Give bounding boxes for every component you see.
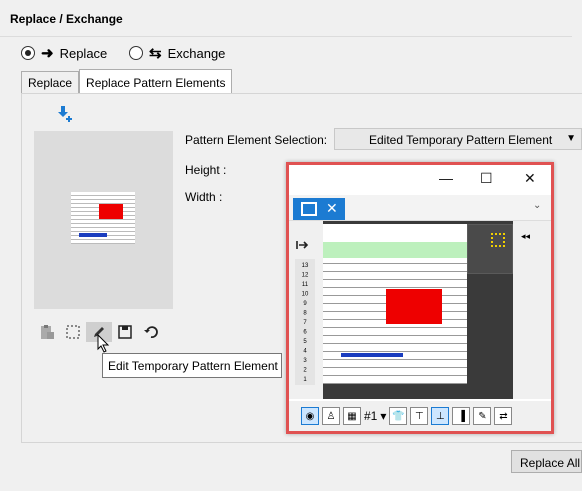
- add-element-icon[interactable]: [57, 105, 73, 123]
- pattern-grid[interactable]: [323, 224, 467, 384]
- header-divider: [0, 36, 572, 37]
- undo-button[interactable]: [138, 322, 164, 342]
- shirt-icon[interactable]: 👕: [389, 407, 408, 425]
- edit-icon[interactable]: ✎: [473, 407, 492, 425]
- pattern-editor-window: — ☐ ✕ ✕ ⌄ 13 12 11 10 9 8 7 6 5 4 3 2 1 ◂◂ ◉ ♙: [286, 162, 554, 434]
- pattern-document-tab[interactable]: ✕: [293, 198, 345, 220]
- exchange-radio-label: Exchange: [167, 45, 226, 61]
- section-title: Replace / Exchange: [10, 12, 123, 26]
- height-label: Height :: [185, 163, 227, 177]
- camera-tool-icon[interactable]: ◉: [301, 407, 319, 425]
- overview-viewport-marker: [491, 233, 505, 247]
- replace-all-button[interactable]: Replace All: [511, 450, 582, 473]
- tab-close-icon[interactable]: ✕: [326, 200, 338, 217]
- row-number-column: 13 12 11 10 9 8 7 6 5 4 3 2 1: [289, 221, 323, 399]
- window-tab-bar: ✕ ⌄: [289, 195, 551, 221]
- grid-tool-icon[interactable]: ▦: [343, 407, 361, 425]
- maximize-icon[interactable]: ☐: [480, 170, 493, 187]
- width-label: Width :: [185, 190, 223, 204]
- exchange-radio[interactable]: [129, 46, 143, 60]
- toolbar-select-caret-icon[interactable]: ▾: [380, 409, 386, 423]
- row-number: 12: [302, 273, 309, 279]
- select-area-button[interactable]: [60, 322, 86, 342]
- minimize-icon[interactable]: —: [439, 170, 453, 186]
- row-number: 10: [302, 292, 309, 298]
- replace-radio-label: Replace: [59, 45, 108, 61]
- mouse-cursor-icon: [97, 334, 110, 353]
- stamp-tool-icon[interactable]: ♙: [322, 407, 340, 425]
- replace-radio-option[interactable]: ➜ Replace: [21, 44, 107, 62]
- green-control-row: [323, 242, 467, 258]
- row-number: 11: [302, 282, 309, 288]
- exchange-arrows-icon: ⇆: [149, 45, 162, 62]
- tab-strip: Replace Replace Pattern Elements: [21, 69, 233, 93]
- collapse-left-icon[interactable]: ◂◂: [521, 231, 530, 242]
- window-toolbar: ◉ ♙ ▦ #1 ▾ 👕 ⊤ ⊥ ▐ ✎ ⇄: [289, 401, 551, 431]
- close-icon[interactable]: ✕: [524, 170, 536, 187]
- preview-blue-element: [79, 233, 107, 237]
- toolbar-select-value[interactable]: #1: [364, 409, 377, 423]
- measure-icon[interactable]: ⊥: [431, 407, 450, 425]
- document-icon: [301, 202, 317, 216]
- shade-icon[interactable]: ▐: [452, 407, 471, 425]
- red-pattern-element: [386, 289, 442, 324]
- pattern-canvas-area: 13 12 11 10 9 8 7 6 5 4 3 2 1 ◂◂: [289, 221, 551, 399]
- dropdown-caret-icon: ▼: [566, 133, 576, 144]
- window-titlebar[interactable]: — ☐ ✕: [289, 165, 551, 193]
- arrow-right-icon: ➜: [41, 45, 54, 62]
- selection-rect-icon: [66, 325, 80, 339]
- dropdown-value: Edited Temporary Pattern Element: [369, 133, 553, 147]
- clipboard-icon: [41, 325, 54, 339]
- shirt-alt-icon[interactable]: ⊤: [410, 407, 429, 425]
- row-number: 13: [302, 263, 309, 269]
- right-side-bar: ◂◂: [513, 221, 551, 399]
- paste-button[interactable]: [34, 322, 60, 342]
- selection-label: Pattern Element Selection:: [185, 133, 328, 147]
- undo-arrow-icon: [144, 326, 158, 338]
- tab-replace[interactable]: Replace: [21, 71, 80, 93]
- section-header: Replace / Exchange: [0, 0, 582, 40]
- save-button[interactable]: [112, 322, 138, 342]
- exchange-radio-option[interactable]: ⇆ Exchange: [129, 44, 225, 62]
- blue-pattern-element: [341, 353, 403, 357]
- chevron-down-icon[interactable]: ⌄: [533, 200, 541, 211]
- pattern-element-selection-dropdown[interactable]: Edited Temporary Pattern Element ▼: [334, 128, 582, 150]
- floppy-disk-icon: [118, 325, 132, 339]
- overview-panel[interactable]: [467, 224, 513, 274]
- tooltip: Edit Temporary Pattern Element: [102, 353, 282, 378]
- row-number-strip: 13121110987654321: [295, 241, 315, 385]
- tab-replace-pattern-elements[interactable]: Replace Pattern Elements: [79, 69, 233, 93]
- preview-red-element: [99, 204, 123, 219]
- swap-icon[interactable]: ⇄: [494, 407, 513, 425]
- replace-radio[interactable]: [21, 46, 35, 60]
